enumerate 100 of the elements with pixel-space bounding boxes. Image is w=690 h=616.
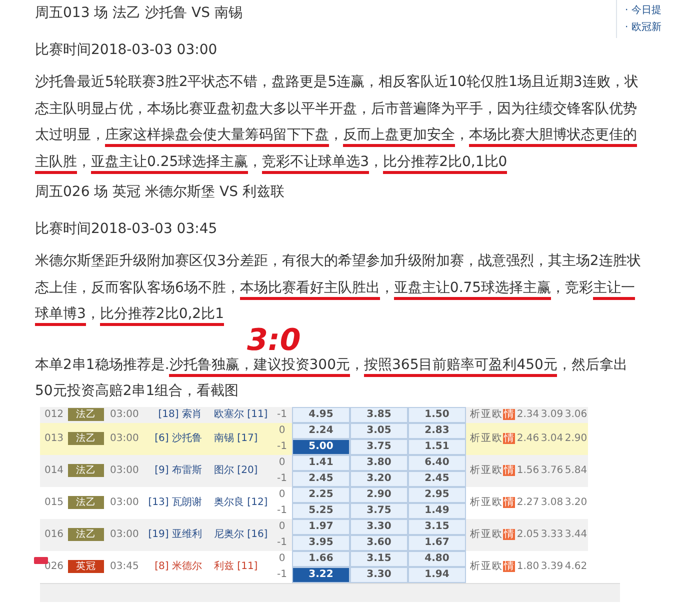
- analysis-link[interactable]: 析: [470, 409, 480, 420]
- odds-cell[interactable]: 3.15: [350, 550, 408, 566]
- odds-cell[interactable]: 5.25: [292, 502, 350, 518]
- match-number: 015: [44, 497, 64, 508]
- sidebar-link[interactable]: · 欧冠新: [625, 19, 690, 36]
- analysis-link[interactable]: 析: [470, 529, 480, 540]
- match-number: 012: [44, 409, 64, 420]
- analysis-link[interactable]: 欧: [492, 465, 502, 476]
- away-team[interactable]: 奥尔良 [12]: [214, 497, 268, 508]
- home-team[interactable]: [8] 米德尔: [154, 561, 202, 572]
- average-odds: 4.62: [564, 561, 588, 572]
- odds-cell[interactable]: 1.67: [408, 534, 466, 550]
- match-number: 013: [44, 433, 64, 444]
- analysis-link[interactable]: 析: [470, 561, 480, 572]
- handicap: 0: [278, 425, 286, 436]
- analysis-link[interactable]: 欧: [492, 529, 502, 540]
- analysis-link[interactable]: 析: [470, 497, 480, 508]
- average-odds: 3.08: [540, 497, 564, 508]
- odds-cell[interactable]: 1.94: [408, 566, 466, 582]
- average-odds: 5.84: [564, 465, 588, 476]
- odds-cell[interactable]: 1.50: [408, 406, 466, 422]
- analysis-link[interactable]: 析: [470, 465, 480, 476]
- article-paragraph: 沙托鲁最近5轮联赛3胜2平状态不错，盘路更是5连赢，相反客队近10轮仅胜1场且近期3连败，状态主队明显占优，本场比赛亚盘初盘大多以平半开盘，后市普遍降为平手，因为往绩交锋客队优势太过明显，庄家这样操盘会使大量筹码留下下盘，反而上盘更加安全，本场比赛大胆博状态更佳的主队胜，亚盘主让0.25球选择主赢，竞彩不让球单选3，比分推荐2比0,1比0: [35, 69, 641, 175]
- odds-cell[interactable]: 2.25: [292, 486, 350, 502]
- average-odds: 1.80: [516, 561, 540, 572]
- handicap: 0: [278, 521, 286, 532]
- odds-cell[interactable]: 2.90: [350, 486, 408, 502]
- odds-cell[interactable]: 5.00: [292, 438, 350, 454]
- league-badge: 英冠: [68, 560, 104, 573]
- odds-cell[interactable]: 1.97: [292, 518, 350, 534]
- odds-cell[interactable]: 2.95: [408, 486, 466, 502]
- odds-cell[interactable]: 3.85: [350, 406, 408, 422]
- odds-cell[interactable]: 3.60: [350, 534, 408, 550]
- odds-cell[interactable]: 2.45: [408, 470, 466, 486]
- home-team[interactable]: [19] 亚维利: [148, 529, 202, 540]
- odds-cell[interactable]: 3.30: [350, 518, 408, 534]
- odds-cell[interactable]: 2.45: [292, 470, 350, 486]
- analysis-link[interactable]: 欧: [492, 561, 502, 572]
- average-odds: 2.05: [516, 529, 540, 540]
- average-odds: 1.56: [516, 465, 540, 476]
- odds-cell[interactable]: 3.75: [350, 502, 408, 518]
- home-team[interactable]: [6] 沙托鲁: [154, 433, 202, 444]
- kickoff-time: 03:00: [110, 433, 139, 444]
- article-paragraph: 本单2串1稳场推荐是.沙托鲁独赢，建议投资300元，按照365目前赔率可盈利450元，然后拿出50元投资高赔2串1组合，看截图: [35, 356, 628, 401]
- odds-cell[interactable]: 1.66: [292, 550, 350, 566]
- odds-cell[interactable]: 3.20: [350, 470, 408, 486]
- league-badge: 法乙: [68, 432, 104, 445]
- average-odds: 3.20: [564, 497, 588, 508]
- kickoff-time: 03:45: [110, 561, 139, 572]
- odds-cell[interactable]: 3.30: [350, 566, 408, 582]
- sidebar-link[interactable]: · 今日提: [625, 2, 690, 19]
- odds-cell[interactable]: 2.83: [408, 422, 466, 438]
- analysis-link[interactable]: 亚: [481, 409, 491, 420]
- handicap: 0: [278, 553, 286, 564]
- odds-cell[interactable]: 1.41: [292, 454, 350, 470]
- odds-cell[interactable]: 4.95: [292, 406, 350, 422]
- odds-cell[interactable]: 1.49: [408, 502, 466, 518]
- kickoff-time: 03:00: [110, 409, 139, 420]
- odds-cell[interactable]: 3.22: [292, 566, 350, 582]
- average-odds: 2.27: [516, 497, 540, 508]
- odds-cell[interactable]: 6.40: [408, 454, 466, 470]
- odds-cell[interactable]: 3.95: [292, 534, 350, 550]
- away-team[interactable]: 尼奥尔 [16]: [214, 529, 268, 540]
- analysis-link[interactable]: 欧: [492, 497, 502, 508]
- away-team[interactable]: 图尔 [20]: [214, 465, 258, 476]
- odds-cell[interactable]: 1.51: [408, 438, 466, 454]
- average-odds: 3.76: [540, 465, 564, 476]
- average-odds: 3.33: [540, 529, 564, 540]
- away-team[interactable]: 利兹 [11]: [214, 561, 258, 572]
- analysis-link[interactable]: 亚: [481, 561, 491, 572]
- odds-cell[interactable]: 2.24: [292, 422, 350, 438]
- odds-cell[interactable]: 4.80: [408, 550, 466, 566]
- home-team[interactable]: [9] 布雷斯: [154, 465, 202, 476]
- away-team[interactable]: 南锡 [17]: [214, 433, 258, 444]
- analysis-link[interactable]: 亚: [481, 465, 491, 476]
- analysis-link[interactable]: 析: [470, 433, 480, 444]
- average-odds: 3.04: [540, 433, 564, 444]
- analysis-link[interactable]: 欧: [492, 433, 502, 444]
- odds-cell[interactable]: 3.15: [408, 518, 466, 534]
- handicap: -1: [277, 473, 287, 484]
- analysis-link[interactable]: 亚: [481, 529, 491, 540]
- kickoff-time: 03:00: [110, 497, 139, 508]
- home-team[interactable]: [13] 瓦朗谢: [148, 497, 202, 508]
- analysis-link[interactable]: 亚: [481, 433, 491, 444]
- handicap: 0: [278, 489, 286, 500]
- odds-cell[interactable]: 3.05: [350, 422, 408, 438]
- handicap: -1: [277, 505, 287, 516]
- handicap: -1: [277, 537, 287, 548]
- away-team[interactable]: 欧塞尔 [11]: [214, 409, 268, 420]
- home-team[interactable]: [18] 索肖: [158, 409, 202, 420]
- odds-cell[interactable]: 3.80: [350, 454, 408, 470]
- handicap: -1: [277, 441, 287, 452]
- analysis-link[interactable]: 亚: [481, 497, 491, 508]
- match-heading: 周五013 场 法乙 沙托鲁 VS 南锡: [35, 4, 242, 23]
- kickoff-time: 03:00: [110, 529, 139, 540]
- average-odds: 3.39: [540, 561, 564, 572]
- league-badge: 法乙: [68, 464, 104, 477]
- league-badge: 法乙: [68, 408, 104, 421]
- analysis-link[interactable]: 欧: [492, 409, 502, 420]
- odds-cell[interactable]: 3.75: [350, 438, 408, 454]
